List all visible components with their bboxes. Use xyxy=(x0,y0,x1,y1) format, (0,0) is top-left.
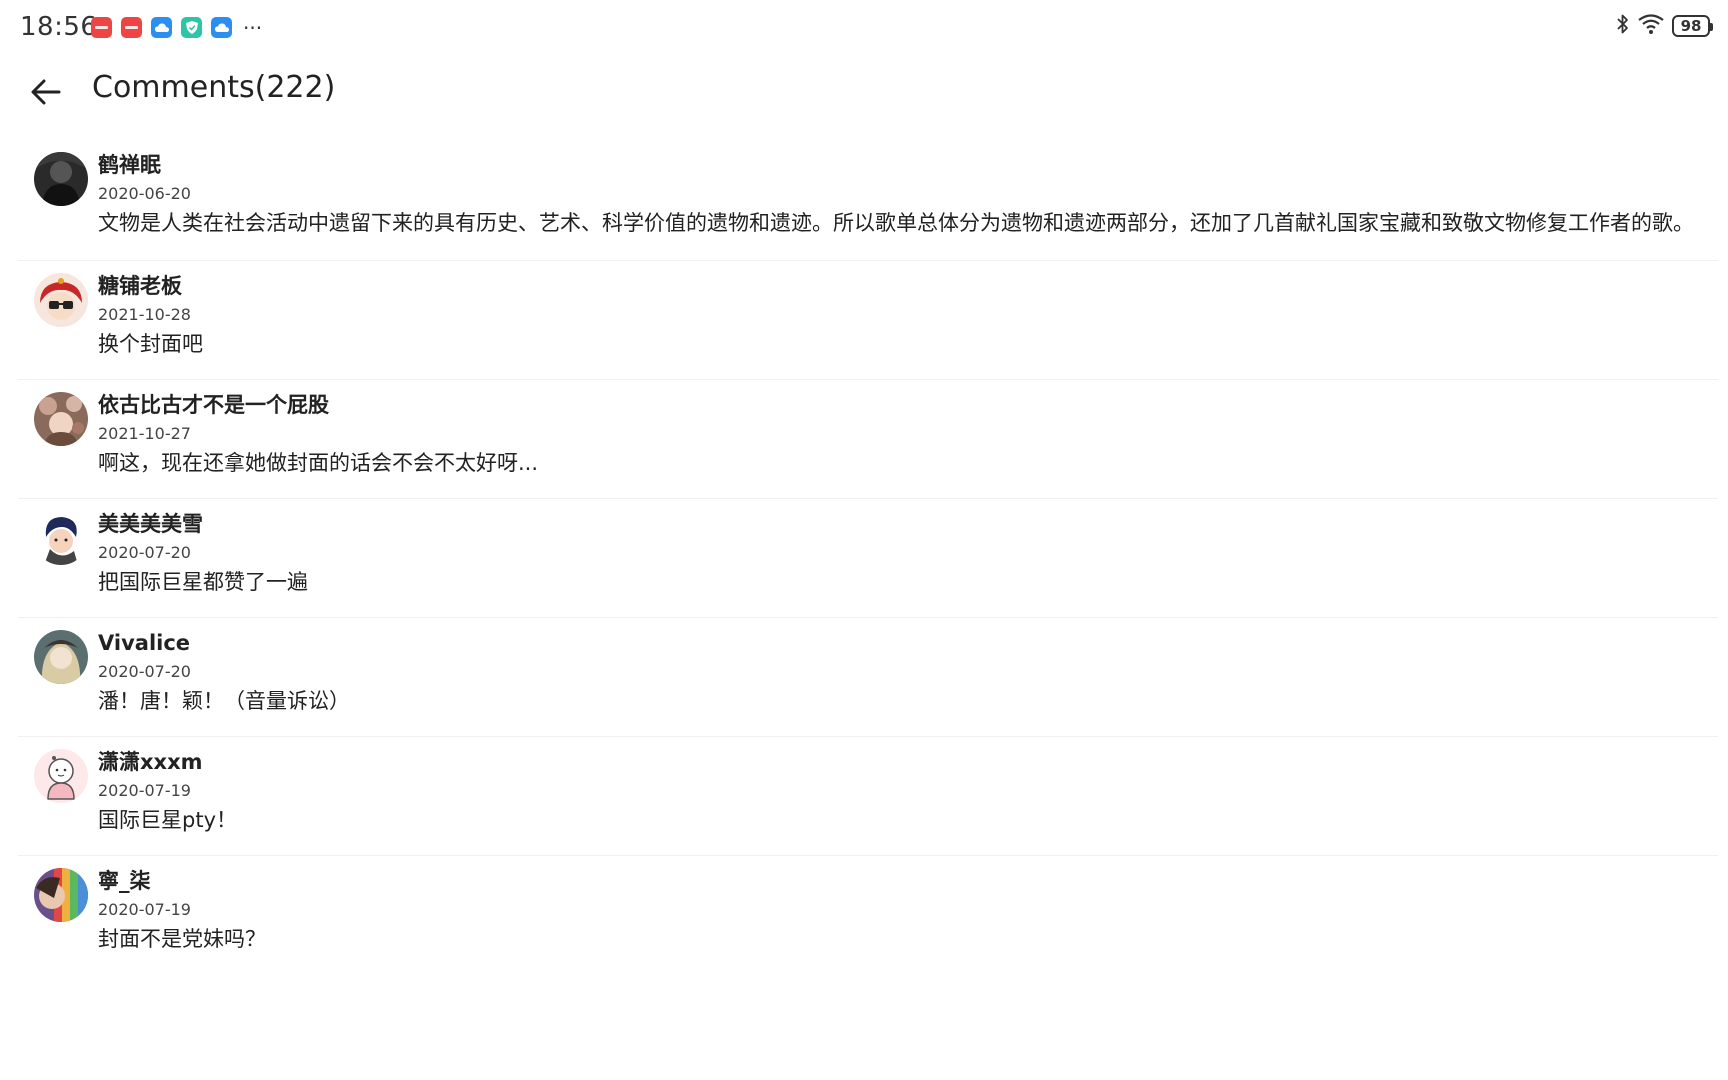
shield-icon xyxy=(181,17,202,38)
avatar[interactable] xyxy=(34,273,88,327)
cloud-icon-2 xyxy=(211,17,232,38)
comment-author[interactable]: 美美美美雪 xyxy=(98,499,1718,537)
comment-item[interactable]: 依古比古才不是一个屁股 2021-10-27 啊这，现在还拿她做封面的话会不会不… xyxy=(18,380,1718,499)
header: Comments(222) xyxy=(0,58,1728,128)
comment-date: 2020-07-20 xyxy=(98,662,191,681)
comment-text: 封面不是党妹吗？ xyxy=(98,927,266,951)
comment-text: 啊这，现在还拿她做封面的话会不会不太好呀... xyxy=(98,451,539,475)
avatar[interactable] xyxy=(34,152,88,206)
avatar[interactable] xyxy=(34,749,88,803)
page-title: Comments(222) xyxy=(92,70,336,105)
comment-author[interactable]: 鹤禅眠 xyxy=(98,140,1718,178)
comment-item[interactable]: 美美美美雪 2020-07-20 把国际巨星都赞了一遍 xyxy=(18,499,1718,618)
comment-list[interactable]: 鹤禅眠 2020-06-20 文物是人类在社会活动中遗留下来的具有历史、艺术、科… xyxy=(18,140,1718,968)
avatar[interactable] xyxy=(34,392,88,446)
status-bar: 18:56 ··· 98 xyxy=(0,0,1728,56)
notification-icon-app-red-2 xyxy=(121,17,142,38)
comment-text: 换个封面吧 xyxy=(98,332,203,356)
comment-author[interactable]: 糖铺老板 xyxy=(98,261,1718,299)
back-button[interactable] xyxy=(26,72,66,112)
comment-date: 2021-10-28 xyxy=(98,305,191,324)
comment-author[interactable]: 依古比古才不是一个屁股 xyxy=(98,380,1718,418)
comment-date: 2020-07-19 xyxy=(98,781,191,800)
comment-date: 2020-07-20 xyxy=(98,543,191,562)
avatar[interactable] xyxy=(34,868,88,922)
comment-author[interactable]: 潇潇xxxm xyxy=(98,737,1718,775)
status-time: 18:56 xyxy=(20,12,98,42)
battery-indicator: 98 xyxy=(1672,15,1713,37)
comment-item[interactable]: 糖铺老板 2021-10-28 换个封面吧 xyxy=(18,261,1718,380)
cloud-icon xyxy=(151,17,172,38)
comment-author[interactable]: 寧_柒 xyxy=(98,856,1718,894)
comment-author[interactable]: Vivalice xyxy=(98,618,1718,656)
comment-date: 2020-07-19 xyxy=(98,900,191,919)
comment-item[interactable]: 潇潇xxxm 2020-07-19 国际巨星pty！ xyxy=(18,737,1718,856)
comment-date: 2020-06-20 xyxy=(98,184,191,203)
comment-item[interactable]: Vivalice 2020-07-20 潘！唐！颖！（音量诉讼） xyxy=(18,618,1718,737)
notification-icon-app-red-1 xyxy=(91,17,112,38)
comment-text: 把国际巨星都赞了一遍 xyxy=(98,570,308,594)
comment-item[interactable]: 寧_柒 2020-07-19 封面不是党妹吗？ xyxy=(18,856,1718,968)
battery-level: 98 xyxy=(1680,17,1702,35)
avatar[interactable] xyxy=(34,511,88,565)
bluetooth-icon xyxy=(1616,14,1630,38)
status-right: 98 xyxy=(1616,14,1713,38)
comment-text: 国际巨星pty！ xyxy=(98,808,237,832)
wifi-icon xyxy=(1638,14,1664,38)
comment-item[interactable]: 鹤禅眠 2020-06-20 文物是人类在社会活动中遗留下来的具有历史、艺术、科… xyxy=(18,140,1718,261)
avatar[interactable] xyxy=(34,630,88,684)
arrow-left-icon xyxy=(31,79,61,105)
comment-date: 2021-10-27 xyxy=(98,424,191,443)
notification-icons: ··· xyxy=(91,17,262,38)
more-notifications-icon: ··· xyxy=(243,15,263,40)
comment-text: 潘！唐！颖！（音量诉讼） xyxy=(98,689,350,713)
comment-text: 文物是人类在社会活动中遗留下来的具有历史、艺术、科学价值的遗物和遗迹。所以歌单总… xyxy=(98,211,1694,235)
